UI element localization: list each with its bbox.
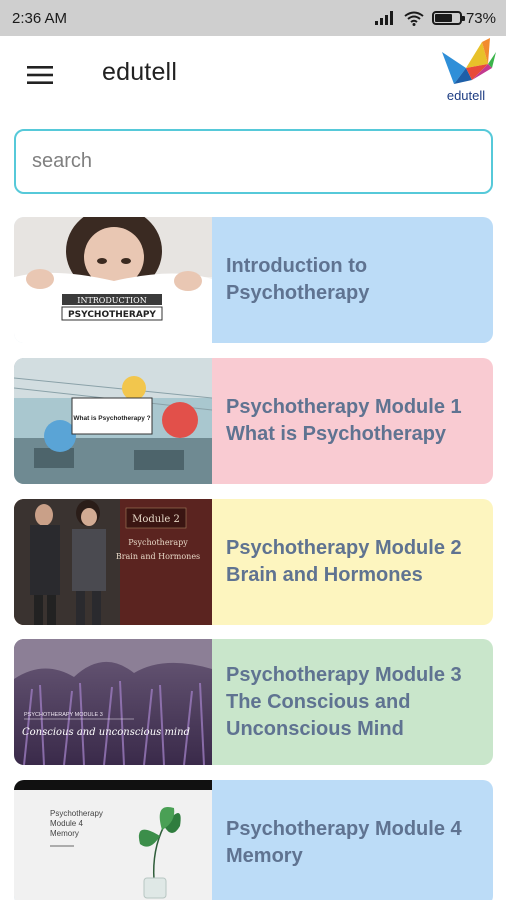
thumb-label: Psychotherapy — [128, 538, 188, 547]
battery-indicator: 73% — [431, 9, 496, 27]
search-input[interactable] — [32, 150, 491, 173]
course-thumbnail: What is Psychotherapy ? — [14, 358, 212, 484]
course-title: Psychotherapy Module 3 The Conscious and U… — [226, 663, 462, 740]
battery-fill — [434, 14, 453, 22]
course-card-module-1[interactable]: What is Psychotherapy ? Psychotherapy Mo… — [14, 358, 493, 484]
wifi-icon — [404, 11, 424, 26]
course-title: Psychotherapy Module 1 What is Psychother… — [226, 396, 462, 445]
thumb-label: What is Psychotherapy ? — [73, 415, 150, 422]
thumb-label: Conscious and unconscious mind — [22, 727, 190, 738]
menu-button[interactable] — [20, 60, 60, 90]
edutell-logo: edutell — [432, 38, 500, 110]
thumb-label: Psychotherapy — [50, 809, 103, 818]
thumb-label: PSYCHOTHERAPY — [68, 310, 156, 320]
paper-bird-logo-icon — [442, 38, 496, 84]
thumb-label: INTRODUCTION — [77, 296, 146, 305]
battery-icon — [431, 11, 465, 25]
course-thumbnail: INTRODUCTION PSYCHOTHERAPY — [14, 217, 212, 343]
thumb-label: Memory — [50, 829, 79, 838]
status-bar: 2:36 AM 73% — [0, 0, 506, 36]
course-title: Psychotherapy Module 4 Memory — [226, 818, 462, 867]
app-title: edutell — [102, 58, 178, 86]
thumb-label: Brain and Hormones — [116, 552, 200, 561]
course-card-module-2[interactable]: Module 2 Psychotherapy Brain and Hormone… — [14, 499, 493, 625]
app-bar: edutell edutell — [0, 36, 506, 116]
course-card-module-3[interactable]: PSYCHOTHERAPY MODULE 3 Conscious and unc… — [14, 639, 493, 765]
course-card-module-4[interactable]: Psychotherapy Module 4 Memory Psychother… — [14, 780, 493, 900]
thumb-label: Module 2 — [132, 514, 180, 525]
hamburger-menu-icon — [27, 66, 53, 84]
search-box[interactable] — [14, 129, 493, 194]
status-icons: 73% — [374, 10, 496, 27]
course-thumbnail: Psychotherapy Module 4 Memory — [14, 780, 212, 900]
course-thumbnail: Module 2 Psychotherapy Brain and Hormone… — [14, 499, 212, 625]
logo-text: edutell — [446, 88, 486, 103]
status-time: 2:36 AM — [12, 9, 68, 27]
course-title: Introduction to Psychotherapy — [226, 255, 370, 304]
battery-percent: 73% — [465, 9, 496, 27]
course-thumbnail: PSYCHOTHERAPY MODULE 3 Conscious and unc… — [14, 639, 212, 765]
course-card-introduction[interactable]: INTRODUCTION PSYCHOTHERAPY Introduction … — [14, 217, 493, 343]
signal-icon — [374, 11, 393, 25]
thumb-label: PSYCHOTHERAPY MODULE 3 — [24, 712, 103, 718]
thumb-label: Module 4 — [50, 819, 83, 828]
course-title: Psychotherapy Module 2 Brain and Hormones — [226, 537, 462, 586]
